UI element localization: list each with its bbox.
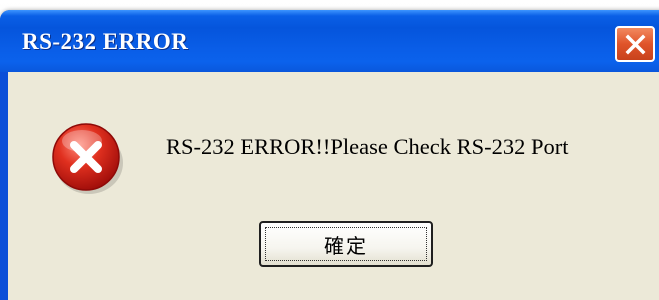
ok-button[interactable]: 確定 xyxy=(259,221,433,267)
close-button[interactable] xyxy=(615,26,655,62)
error-message: RS-232 ERROR!!Please Check RS-232 Port xyxy=(166,134,569,159)
error-icon xyxy=(52,123,123,194)
dialog-body: RS-232 ERROR!!Please Check RS-232 Port 確… xyxy=(8,72,659,300)
title-bar[interactable]: RS-232 ERROR xyxy=(0,10,659,72)
ok-button-label: 確定 xyxy=(324,233,368,258)
dialog-title: RS-232 ERROR xyxy=(22,29,189,54)
error-dialog: RS-232 ERROR RS-232 ERROR!!Please Check … xyxy=(0,10,659,300)
close-icon xyxy=(625,34,646,55)
focus-rectangle: 確定 xyxy=(265,227,427,261)
